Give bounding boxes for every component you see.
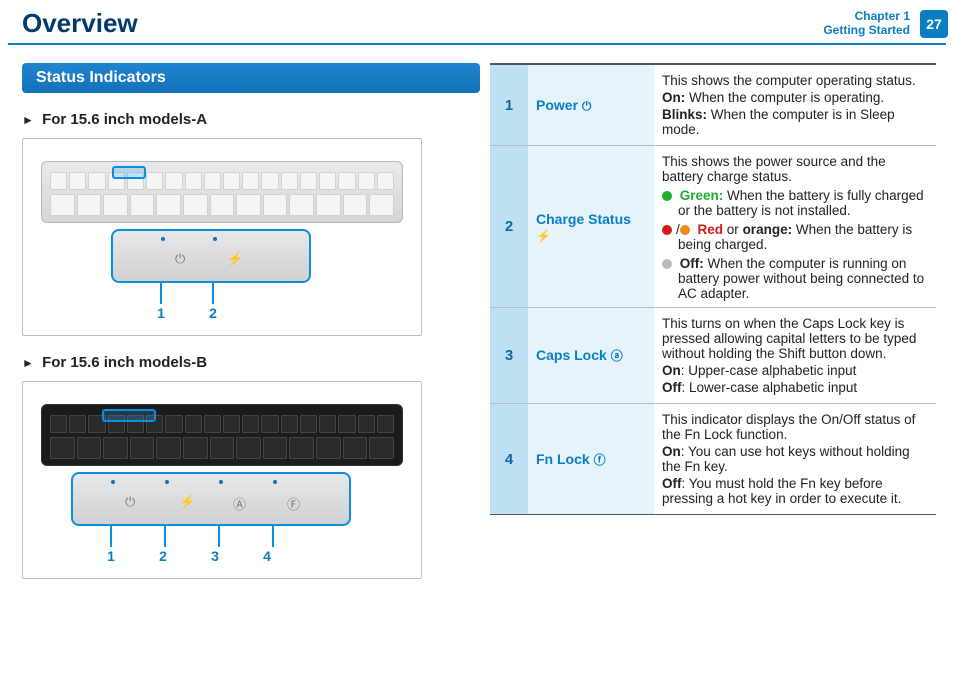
table-row: 4Fn Lock ⓕThis indicator displays the On… — [490, 404, 936, 515]
page-header: Overview Chapter 1 Getting Started 27 — [0, 0, 954, 43]
row-number: 2 — [490, 146, 528, 308]
caps-lock-icon: Ⓐ — [233, 494, 246, 513]
indicator-icon: ⓕ — [594, 453, 606, 467]
power-icon: ⏻ — [175, 251, 185, 267]
callout-label: 3 — [189, 548, 241, 564]
charge-icon: ⚡ — [179, 494, 195, 510]
body-columns: Status Indicators ► For 15.6 inch models… — [0, 45, 954, 585]
diagram-models-b: ⏻ ⚡ Ⓐ Ⓕ 1 2 3 4 — [22, 381, 422, 579]
chapter-label: Chapter 1 Getting Started — [823, 10, 910, 36]
highlight-box — [112, 166, 146, 179]
header-right: Chapter 1 Getting Started 27 — [823, 10, 954, 38]
chapter-name: Getting Started — [823, 24, 910, 37]
row-description: This shows the computer operating status… — [654, 64, 936, 146]
table-row: 2Charge Status ⚡This shows the power sou… — [490, 146, 936, 308]
page: Overview Chapter 1 Getting Started 27 St… — [0, 0, 954, 677]
table-row: 1Power ⏻This shows the computer operatin… — [490, 64, 936, 146]
arrow-icon: ► — [22, 356, 34, 370]
row-description: This shows the power source and the batt… — [654, 146, 936, 308]
highlight-box — [102, 409, 156, 422]
callout-label: 4 — [241, 548, 293, 564]
row-number: 4 — [490, 404, 528, 515]
keyboard-illustration-a — [41, 161, 403, 223]
power-icon: ⏻ — [125, 494, 135, 510]
indicator-panel-a: ⏻ ⚡ — [111, 229, 311, 283]
right-column: 1Power ⏻This shows the computer operatin… — [490, 63, 936, 585]
table-row: 3Caps Lock ⓐThis turns on when the Caps … — [490, 308, 936, 404]
left-column: Status Indicators ► For 15.6 inch models… — [22, 63, 480, 585]
subheading-models-a: ► For 15.6 inch models-A — [22, 111, 480, 128]
row-name: Fn Lock ⓕ — [528, 404, 654, 515]
arrow-icon: ► — [22, 113, 34, 127]
indicator-icon: ⏻ — [582, 99, 592, 113]
charge-icon: ⚡ — [227, 251, 243, 267]
row-name: Caps Lock ⓐ — [528, 308, 654, 404]
indicator-icon: ⓐ — [611, 349, 623, 363]
row-number: 3 — [490, 308, 528, 404]
section-heading: Status Indicators — [22, 63, 480, 93]
row-description: This indicator displays the On/Off statu… — [654, 404, 936, 515]
row-description: This turns on when the Caps Lock key is … — [654, 308, 936, 404]
callout-label: 1 — [135, 305, 187, 321]
panel-a-labels: 1 2 — [135, 305, 403, 321]
row-number: 1 — [490, 64, 528, 146]
subheading-models-b: ► For 15.6 inch models-B — [22, 354, 480, 371]
callout-label: 2 — [187, 305, 239, 321]
panel-b-labels: 1 2 3 4 — [85, 548, 403, 564]
page-number-badge: 27 — [920, 10, 948, 38]
chapter-number: Chapter 1 — [823, 10, 910, 23]
callout-label: 1 — [85, 548, 137, 564]
keyboard-illustration-b — [41, 404, 403, 466]
indicator-icon: ⚡ — [536, 229, 551, 243]
page-title: Overview — [22, 8, 138, 39]
row-name: Charge Status ⚡ — [528, 146, 654, 308]
status-indicators-table: 1Power ⏻This shows the computer operatin… — [490, 63, 936, 515]
diagram-models-a: ⏻ ⚡ 1 2 — [22, 138, 422, 336]
fn-lock-icon: Ⓕ — [287, 494, 300, 513]
indicator-panel-b: ⏻ ⚡ Ⓐ Ⓕ — [71, 472, 351, 526]
row-name: Power ⏻ — [528, 64, 654, 146]
callout-label: 2 — [137, 548, 189, 564]
